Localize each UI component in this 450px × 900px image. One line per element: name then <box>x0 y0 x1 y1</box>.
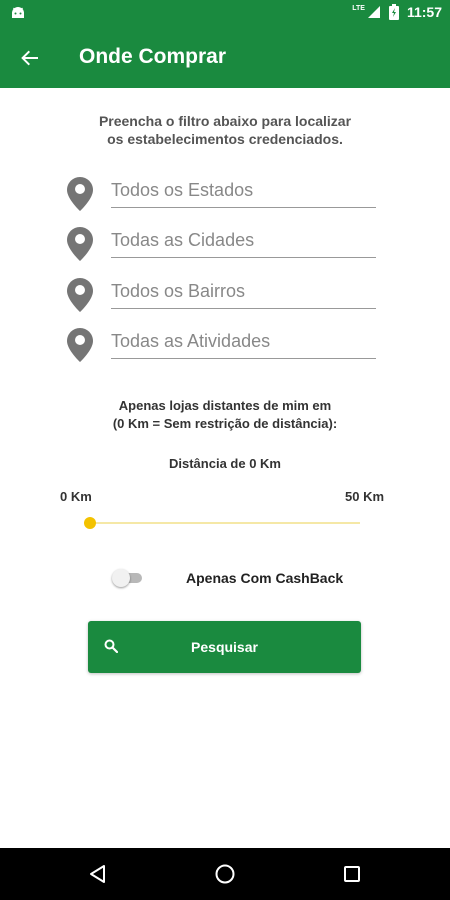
city-filter <box>66 226 376 266</box>
range-min-label: 0 Km <box>60 489 92 504</box>
distance-note: Apenas lojas distantes de mim em (0 Km =… <box>0 397 450 433</box>
distance-note-line-1: Apenas lojas distantes de mim em <box>118 398 332 413</box>
location-pin-icon <box>67 278 93 312</box>
signal-icon <box>367 6 380 18</box>
clock: 11:57 <box>406 4 442 20</box>
neighborhood-select[interactable] <box>111 277 376 309</box>
intro-line-1: Preencha o filtro abaixo para localizar <box>98 113 352 129</box>
state-filter <box>66 176 376 216</box>
cashback-label: Apenas Com CashBack <box>186 570 344 586</box>
nav-back-icon <box>90 865 105 883</box>
slider-track <box>90 522 360 524</box>
location-pin-icon <box>67 227 93 261</box>
back-button[interactable] <box>14 42 46 74</box>
nav-recents-button[interactable] <box>338 860 366 888</box>
neighborhood-filter <box>66 277 376 317</box>
activity-filter <box>66 327 376 367</box>
distance-slider[interactable] <box>84 515 364 531</box>
slider-thumb[interactable] <box>84 517 96 529</box>
page-title: Onde Comprar <box>79 45 227 68</box>
toggle-thumb <box>112 569 130 587</box>
arrow-back-icon <box>21 50 38 66</box>
status-bar: LTE 11:57 <box>0 0 450 28</box>
nav-recents-icon <box>344 866 360 882</box>
state-select[interactable] <box>111 176 376 208</box>
city-select[interactable] <box>111 226 376 258</box>
intro-text: Preencha o filtro abaixo para localizar … <box>0 112 450 148</box>
range-max-label: 50 Km <box>345 489 385 504</box>
search-button-label: Pesquisar <box>191 639 258 655</box>
nav-back-button[interactable] <box>84 860 112 888</box>
distance-current-label: Distância de 0 Km <box>169 456 281 471</box>
app-bar: Onde Comprar <box>0 28 450 88</box>
battery-icon <box>388 4 399 20</box>
search-button[interactable]: Pesquisar <box>88 621 361 673</box>
nav-home-icon <box>215 864 235 884</box>
location-pin-icon <box>67 177 93 211</box>
android-notification-icon <box>12 7 24 18</box>
nav-home-button[interactable] <box>211 860 239 888</box>
system-nav-bar <box>0 848 450 900</box>
network-type-label: LTE <box>352 4 365 12</box>
intro-line-2: os estabelecimentos credenciados. <box>107 131 343 147</box>
status-indicators: LTE 11:57 <box>352 4 442 20</box>
distance-note-line-2: (0 Km = Sem restrição de distância): <box>112 416 338 431</box>
activity-select[interactable] <box>111 327 376 359</box>
cashback-toggle[interactable] <box>112 568 144 588</box>
location-pin-icon <box>67 328 93 362</box>
